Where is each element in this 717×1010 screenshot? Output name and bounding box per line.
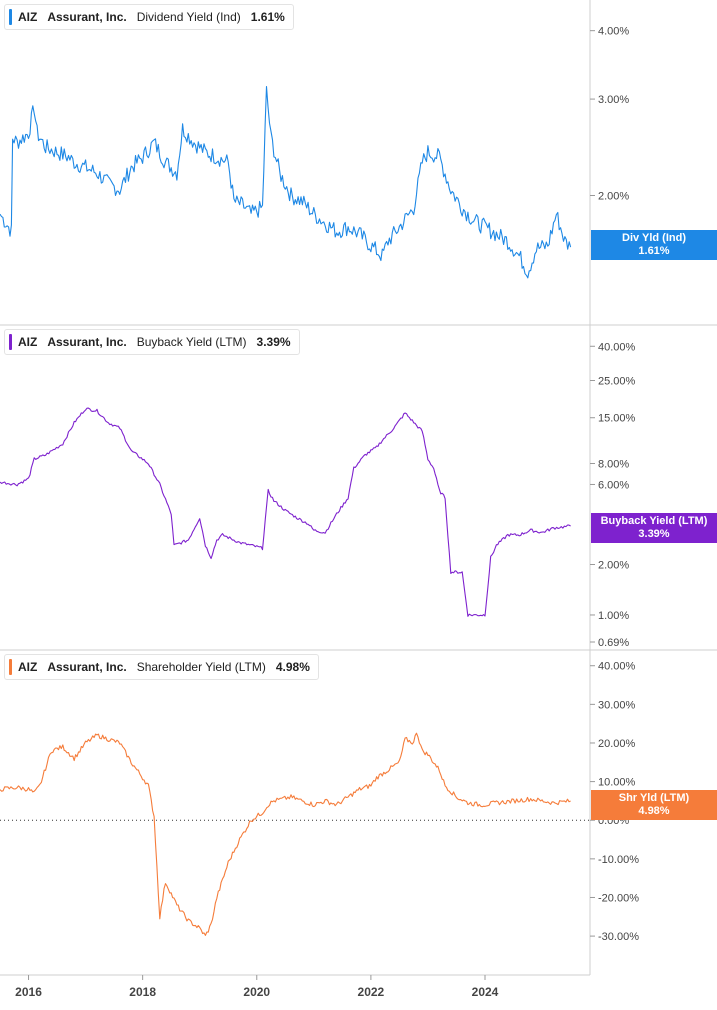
x-tick-label: 2022 bbox=[358, 985, 385, 999]
x-tick-label: 2016 bbox=[15, 985, 42, 999]
legend-swatch-dividend bbox=[9, 9, 12, 25]
legend-value: 4.98% bbox=[275, 660, 310, 674]
y-tick-label: 20.00% bbox=[598, 738, 636, 750]
legend-dividend-yield[interactable]: AIZ Assurant, Inc. Dividend Yield (Ind) … bbox=[4, 4, 294, 30]
badge-shareholder-yield: Shr Yld (LTM) 4.98% bbox=[591, 790, 717, 820]
y-tick-label: 25.00% bbox=[598, 376, 636, 388]
y-tick-label: 40.00% bbox=[598, 341, 636, 353]
badge-value: 3.39% bbox=[638, 528, 670, 540]
legend-shareholder-yield[interactable]: AIZ Assurant, Inc. Shareholder Yield (LT… bbox=[4, 654, 319, 680]
badge-label: Shr Yld (LTM) bbox=[618, 792, 690, 804]
y-tick-label: 2.00% bbox=[598, 559, 629, 571]
y-tick-label: 4.00% bbox=[598, 26, 629, 38]
chart-canvas: 4.00% 3.00% 2.00% 40.00% 25.00% 15.00% 8.00% 6.… bbox=[0, 0, 717, 999]
legend-ticker: AIZ bbox=[18, 10, 38, 24]
legend-ticker: AIZ bbox=[18, 335, 38, 349]
y-tick-label: 3.00% bbox=[598, 94, 629, 106]
y-tick-label: 0.69% bbox=[598, 637, 629, 649]
badge-dividend-yield: Div Yld (Ind) 1.61% bbox=[591, 230, 717, 260]
badge-value: 1.61% bbox=[638, 245, 670, 257]
legend-company: Assurant, Inc. bbox=[47, 10, 127, 24]
y-tick-label: 40.00% bbox=[598, 661, 636, 673]
legend-company: Assurant, Inc. bbox=[47, 660, 127, 674]
y-tick-label: 15.00% bbox=[598, 413, 636, 425]
legend-metric: Dividend Yield (Ind) bbox=[136, 10, 241, 24]
legend-ticker: AIZ bbox=[18, 660, 38, 674]
x-tick-label: 2024 bbox=[472, 985, 499, 999]
y-tick-label: -20.00% bbox=[598, 892, 639, 904]
series-line bbox=[0, 407, 571, 617]
badge-label: Buyback Yield (LTM) bbox=[600, 515, 708, 527]
legend-buyback-yield[interactable]: AIZ Assurant, Inc. Buyback Yield (LTM) 3… bbox=[4, 329, 300, 355]
legend-value: 1.61% bbox=[250, 10, 285, 24]
legend-swatch-buyback bbox=[9, 334, 12, 350]
badge-buyback-yield: Buyback Yield (LTM) 3.39% bbox=[591, 513, 717, 543]
legend-swatch-shareholder bbox=[9, 659, 12, 675]
y-tick-label: 1.00% bbox=[598, 610, 629, 622]
stacked-chart: 4.00% 3.00% 2.00% 40.00% 25.00% 15.00% 8.00% 6.… bbox=[0, 0, 717, 1005]
y-tick-label: 30.00% bbox=[598, 699, 636, 711]
x-tick-label: 2020 bbox=[243, 985, 270, 999]
y-tick-label: 10.00% bbox=[598, 777, 636, 789]
y-tick-label: -10.00% bbox=[598, 854, 639, 866]
y-tick-label: 8.00% bbox=[598, 459, 629, 471]
legend-metric: Buyback Yield (LTM) bbox=[136, 335, 247, 349]
legend-metric: Shareholder Yield (LTM) bbox=[136, 660, 266, 674]
y-tick-label: 2.00% bbox=[598, 191, 629, 203]
x-tick-label: 2018 bbox=[129, 985, 156, 999]
legend-company: Assurant, Inc. bbox=[47, 335, 127, 349]
legend-value: 3.39% bbox=[256, 335, 291, 349]
badge-value: 4.98% bbox=[638, 805, 670, 817]
y-tick-label: 6.00% bbox=[598, 479, 629, 491]
badge-label: Div Yld (Ind) bbox=[622, 232, 686, 244]
series-line bbox=[0, 86, 572, 279]
y-tick-label: -30.00% bbox=[598, 931, 639, 943]
series-line bbox=[0, 732, 571, 936]
